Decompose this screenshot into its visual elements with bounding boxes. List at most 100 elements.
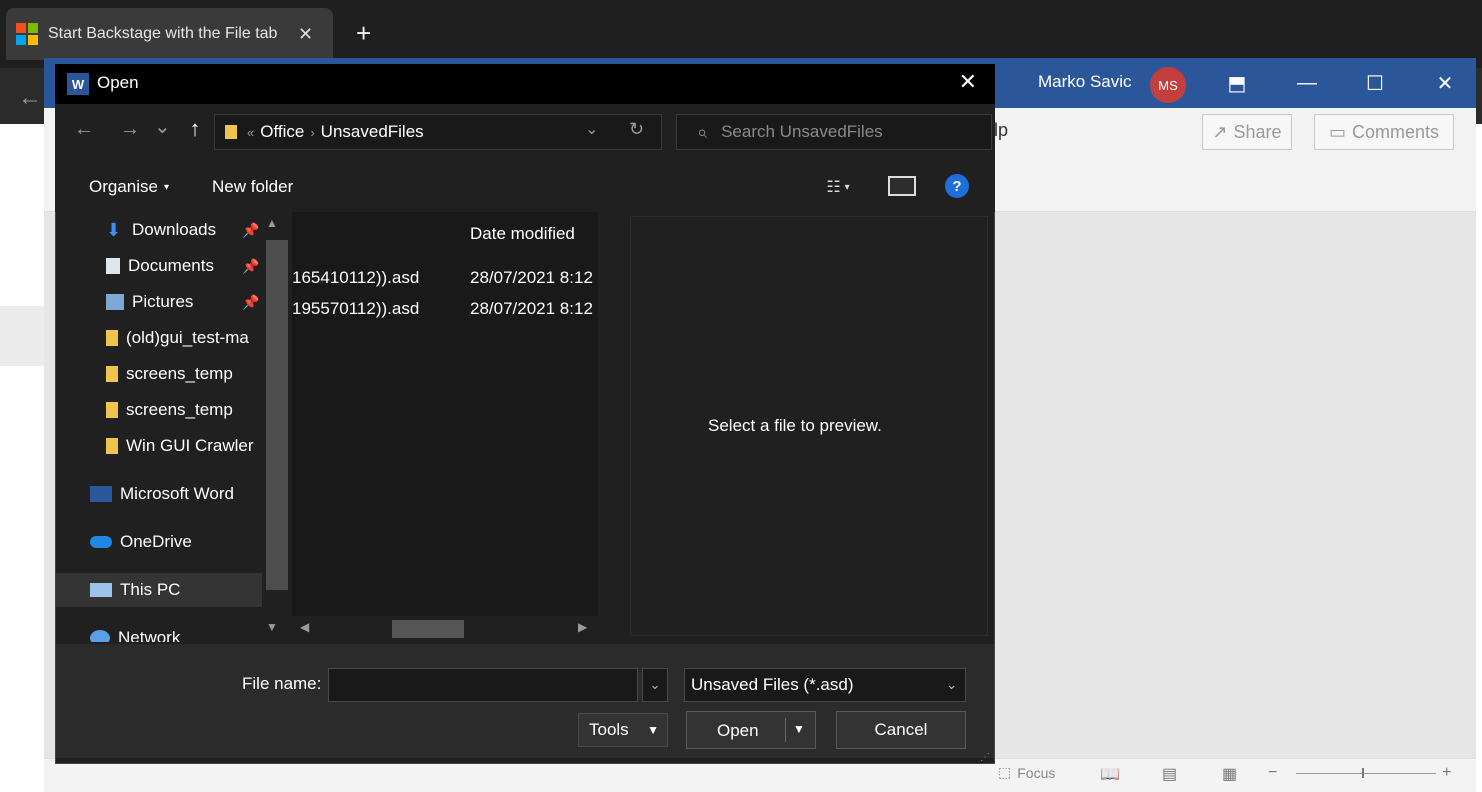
nav-item-folder[interactable]: screens_temp [56,357,262,391]
search-box[interactable]: ⌕ Search UnsavedFiles [676,114,992,150]
focus-label: Focus [1017,764,1056,781]
focus-button[interactable]: ⬚ Focus [998,764,1055,781]
file-name-field[interactable] [328,668,638,702]
refresh-icon[interactable]: ↻ [629,119,644,140]
file-name: 195570112)).asd [292,299,420,318]
resize-grip-icon[interactable]: ⋰ [980,752,990,763]
comments-label: Comments [1351,121,1440,142]
browser-tab[interactable]: Start Backstage with the File tab ✕ [6,8,333,60]
scroll-left-icon[interactable]: ◀ [300,620,309,634]
comment-icon: ▭ [1328,121,1346,142]
nav-item-label: Downloads [132,220,217,239]
zoom-slider[interactable] [1296,773,1436,774]
new-folder-button[interactable]: New folder [212,170,293,204]
read-mode-icon[interactable]: 📖 [1100,764,1120,784]
nav-item-label: (old)gui_test-ma [126,328,249,347]
address-overflow[interactable]: « [247,125,254,140]
zoom-out-icon[interactable]: − [1268,764,1277,782]
chevron-down-icon: ▼ [647,723,659,737]
user-name[interactable]: Marko Savic [1038,72,1132,92]
folder-icon [106,438,118,454]
nav-item-documents[interactable]: Documents 📌 [56,249,262,283]
nav-scrollbar-thumb[interactable] [266,240,288,590]
open-button[interactable]: Open ▼ [686,711,816,749]
scroll-down-icon[interactable]: ▼ [266,620,278,634]
back-button[interactable]: ← [74,118,94,141]
scroll-up-icon[interactable]: ▲ [266,216,278,230]
cancel-button[interactable]: Cancel [836,711,966,749]
nav-item-pictures[interactable]: Pictures 📌 [56,285,262,319]
file-type-select[interactable]: Unsaved Files (*.asd) ⌄ [684,668,966,702]
forward-button[interactable]: → [120,118,140,141]
recent-locations-button[interactable]: ⌄ [154,114,171,139]
nav-item-network[interactable]: Network [56,621,262,642]
file-row[interactable]: 195570112)).asd 28/07/2021 8:12 [292,293,598,325]
nav-item-microsoft-word[interactable]: Microsoft Word [56,477,262,511]
file-row[interactable]: 165410112)).asd 28/07/2021 8:12 [292,262,598,294]
pin-icon[interactable]: 📌 [242,222,259,239]
help-icon[interactable]: ? [945,174,969,198]
nav-item-label: Pictures [132,292,194,311]
new-tab-button[interactable]: + [356,18,371,49]
zoom-slider-thumb[interactable] [1362,768,1364,778]
web-layout-icon[interactable]: ▦ [1222,764,1237,784]
change-view-button[interactable]: ☷ ▾ [810,172,866,202]
zoom-in-icon[interactable]: + [1442,764,1451,782]
nav-item-downloads[interactable]: ⬇ Downloads 📌 [56,213,262,247]
pin-icon[interactable]: 📌 [242,294,259,311]
nav-item-folder[interactable]: Win GUI Crawler [56,429,262,463]
search-input[interactable]: Search UnsavedFiles [721,122,883,142]
file-date: 28/07/2021 8:12 [470,268,593,287]
file-name-dropdown[interactable]: ⌄ [642,668,668,702]
ribbon-display-options-button[interactable]: ⬒ [1206,62,1268,104]
tab-help[interactable]: lp [994,120,1008,141]
nav-item-label: Documents [128,256,214,275]
file-date: 28/07/2021 8:12 [470,299,593,318]
preview-pane-icon[interactable] [888,176,916,196]
close-tab-icon[interactable]: ✕ [298,24,313,45]
folder-icon [106,330,118,346]
dialog-close-button[interactable]: ✕ [959,69,977,95]
maximize-button[interactable]: ☐ [1344,62,1406,104]
nav-item-onedrive[interactable]: OneDrive [56,525,262,559]
print-layout-icon[interactable]: ▤ [1162,764,1177,784]
close-window-button[interactable]: ✕ [1414,62,1476,104]
focus-icon: ⬚ [998,764,1012,780]
nav-item-this-pc[interactable]: This PC [56,573,262,607]
dialog-titlebar: W Open ✕ [55,64,995,104]
horizontal-scrollbar-thumb[interactable] [392,620,464,638]
share-button[interactable]: ↗ Share [1202,114,1292,150]
computer-icon [90,583,112,597]
chevron-down-icon[interactable]: ⌄ [585,119,598,139]
comments-button[interactable]: ▭ Comments [1314,114,1454,150]
folder-icon [106,402,118,418]
avatar[interactable]: MS [1150,67,1186,103]
up-button[interactable]: ↑ [180,116,210,148]
nav-item-label: This PC [120,580,181,599]
nav-item-label: Win GUI Crawler [126,436,254,455]
minimize-button[interactable]: — [1276,62,1338,104]
pin-icon[interactable]: 📌 [242,258,259,275]
open-options-icon[interactable]: ▼ [793,722,805,736]
details-view-icon: ☷ [826,179,841,196]
preview-placeholder: Select a file to preview. [708,416,882,435]
nav-item-label: OneDrive [120,532,192,551]
nav-item-folder[interactable]: (old)gui_test-ma [56,321,262,355]
scroll-right-icon[interactable]: ▶ [578,620,587,634]
nav-item-label: screens_temp [126,364,233,383]
organise-button[interactable]: Organise ▾ [64,170,194,204]
column-header-date-modified[interactable]: Date modified [470,224,575,244]
tools-button[interactable]: Tools ▼ [578,713,668,747]
breadcrumb-separator[interactable]: › [310,125,314,140]
download-icon: ⬇ [106,220,122,240]
breadcrumb-unsavedfiles[interactable]: UnsavedFiles [321,122,424,142]
browser-back-icon[interactable]: ← [18,84,42,112]
address-bar[interactable]: « Office › UnsavedFiles ⌄ ↻ [214,114,662,150]
nav-item-folder[interactable]: screens_temp [56,393,262,427]
folder-icon [106,366,118,382]
microsoft-logo-icon [16,23,38,45]
breadcrumb-office[interactable]: Office [260,122,304,142]
dialog-title: Open [97,73,139,92]
file-type-value: Unsaved Files (*.asd) [691,675,854,694]
onedrive-icon [90,536,112,548]
